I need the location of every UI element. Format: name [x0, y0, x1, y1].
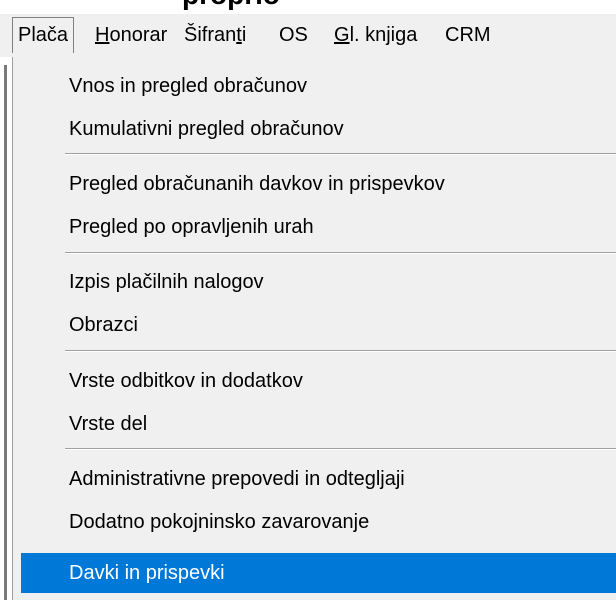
menu-item-dodatno-pokojninsko-zavarovanje[interactable]: Dodatno pokojninsko zavarovanje: [21, 502, 616, 542]
placa-dropdown-menu: Vnos in pregled obračunov Kumulativni pr…: [12, 57, 616, 600]
menubar-item-honorar[interactable]: Honorar: [90, 17, 172, 53]
menu-item-kumulativni-pregled-obracunov[interactable]: Kumulativni pregled obračunov: [21, 109, 616, 149]
menu-item-davki-in-prispevki[interactable]: Davki in prispevki: [21, 553, 616, 593]
menu-item-administrativne-prepovedi[interactable]: Administrativne prepovedi in odtegljaji: [21, 459, 616, 499]
menubar-item-label-rest: i: [241, 24, 247, 46]
menubar-item-label: OS: [279, 24, 308, 46]
menu-item-obrazci[interactable]: Obrazci: [21, 305, 616, 345]
window-left-edge: [0, 57, 12, 600]
menu-item-vrste-odbitkov-in-dodatkov[interactable]: Vrste odbitkov in dodatkov: [21, 361, 616, 401]
menubar-item-label-rest: onorar: [109, 24, 168, 46]
menubar-item-crm[interactable]: CRM: [440, 17, 496, 53]
menu-item-izpis-placilnih-nalogov[interactable]: Izpis plačilnih nalogov: [21, 262, 616, 302]
menu-item-vnos-in-pregled-obracunov[interactable]: Vnos in pregled obračunov: [21, 66, 616, 106]
menubar-item-os[interactable]: OS: [274, 17, 313, 53]
menubar-item-placa[interactable]: Plača: [12, 17, 75, 53]
menubar: Plača Honorar Šifranti OS Gl. knjiga CRM: [0, 14, 616, 59]
window-left-border: [4, 65, 7, 600]
menu-item-vrste-del[interactable]: Vrste del: [21, 404, 616, 444]
menu-separator: [65, 252, 616, 254]
menubar-item-label: Plača: [18, 24, 69, 46]
menubar-item-sifranti[interactable]: Šifranti: [179, 17, 251, 53]
menubar-item-gl-knjiga[interactable]: Gl. knjiga: [329, 17, 422, 53]
window-title: proprio: [182, 0, 280, 11]
menu-separator: [65, 153, 616, 155]
menubar-item-accelerator: H: [95, 24, 110, 46]
window-title-bar: proprio: [0, 0, 616, 14]
menu-item-pregled-po-opravljenih-urah[interactable]: Pregled po opravljenih urah: [21, 207, 616, 247]
menubar-item-label: CRM: [445, 24, 491, 46]
menu-item-pregled-obracunanih-davkov[interactable]: Pregled obračunanih davkov in prispevkov: [21, 164, 616, 204]
menubar-item-accelerator: G: [334, 24, 350, 46]
menubar-item-label-rest: l. knjiga: [349, 24, 418, 46]
menu-separator: [65, 448, 616, 450]
menubar-item-label-pre: Šifran: [184, 24, 237, 46]
menu-separator: [65, 350, 616, 352]
